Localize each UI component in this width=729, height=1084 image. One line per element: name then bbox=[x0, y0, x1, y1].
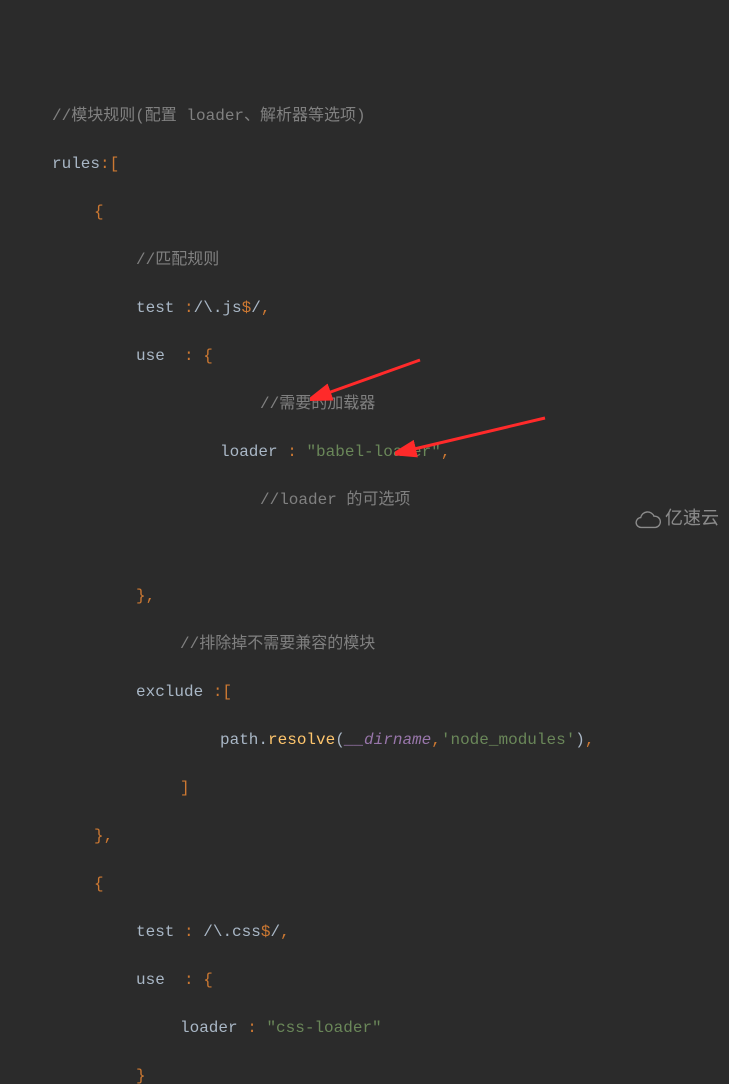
watermark: 亿速云 bbox=[633, 505, 719, 532]
code-brace: } bbox=[0, 1064, 729, 1084]
code-brace: { bbox=[0, 872, 729, 896]
code-line: exclude :[ bbox=[0, 680, 729, 704]
code-line: test : /\.css$/, bbox=[0, 920, 729, 944]
code-blank bbox=[0, 536, 729, 560]
code-line: loader : "css-loader" bbox=[0, 1016, 729, 1040]
code-line: use : { bbox=[0, 968, 729, 992]
code-comment: //需要的加载器 bbox=[0, 392, 729, 416]
code-brace: }, bbox=[0, 584, 729, 608]
code-comment: //排除掉不需要兼容的模块 bbox=[0, 632, 729, 656]
code-brace: }, bbox=[0, 824, 729, 848]
code-line: test :/\.js$/, bbox=[0, 296, 729, 320]
code-line: rules:[ bbox=[0, 152, 729, 176]
code-brace: ] bbox=[0, 776, 729, 800]
code-line: path.resolve(__dirname,'node_modules'), bbox=[0, 728, 729, 752]
code-comment: //匹配规则 bbox=[0, 248, 729, 272]
code-brace: { bbox=[0, 200, 729, 224]
code-comment: //loader 的可选项 bbox=[0, 488, 729, 512]
code-comment: //模块规则(配置 loader、解析器等选项) bbox=[0, 104, 729, 128]
cloud-icon bbox=[633, 509, 661, 529]
code-line: loader : "babel-loader", bbox=[0, 440, 729, 464]
code-line: use : { bbox=[0, 344, 729, 368]
